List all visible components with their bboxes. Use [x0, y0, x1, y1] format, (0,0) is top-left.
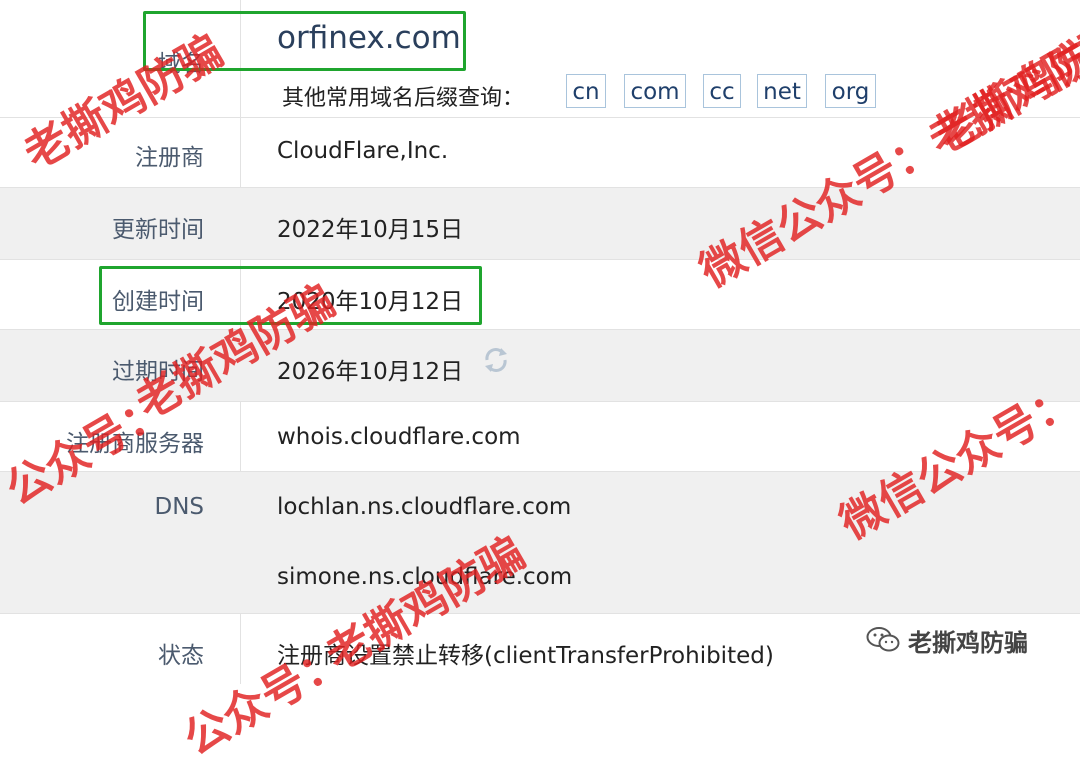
status-label: 状态 — [158, 643, 204, 669]
expiry-value: 2026年10月12日 — [277, 359, 464, 385]
updated-value: 2022年10月15日 — [277, 217, 464, 243]
whois-server-value: whois.cloudflare.com — [277, 424, 521, 450]
registrar-label: 注册商 — [135, 145, 204, 171]
registrar-value: CloudFlare,Inc. — [277, 138, 449, 164]
suffix-cn-button[interactable]: cn — [566, 74, 606, 108]
refresh-icon[interactable] — [481, 345, 511, 375]
suffix-prompt: 其他常用域名后缀查询： — [282, 86, 525, 111]
dns-value-1: lochlan.ns.cloudflare.com — [277, 494, 572, 520]
suffix-cc-button[interactable]: cc — [703, 74, 741, 108]
brand-text: 老撕鸡防骗 — [908, 628, 1028, 657]
wechat-icon — [866, 627, 900, 652]
suffix-com-button[interactable]: com — [624, 74, 686, 108]
updated-row: 更新时间 2022年10月15日 — [0, 187, 1080, 260]
suffix-org-button[interactable]: org — [825, 74, 876, 108]
brand-mark: 老撕鸡防骗 — [866, 620, 1028, 660]
suffix-net-button[interactable]: net — [757, 74, 807, 108]
dns-label: DNS — [154, 494, 204, 520]
updated-label: 更新时间 — [112, 217, 204, 243]
